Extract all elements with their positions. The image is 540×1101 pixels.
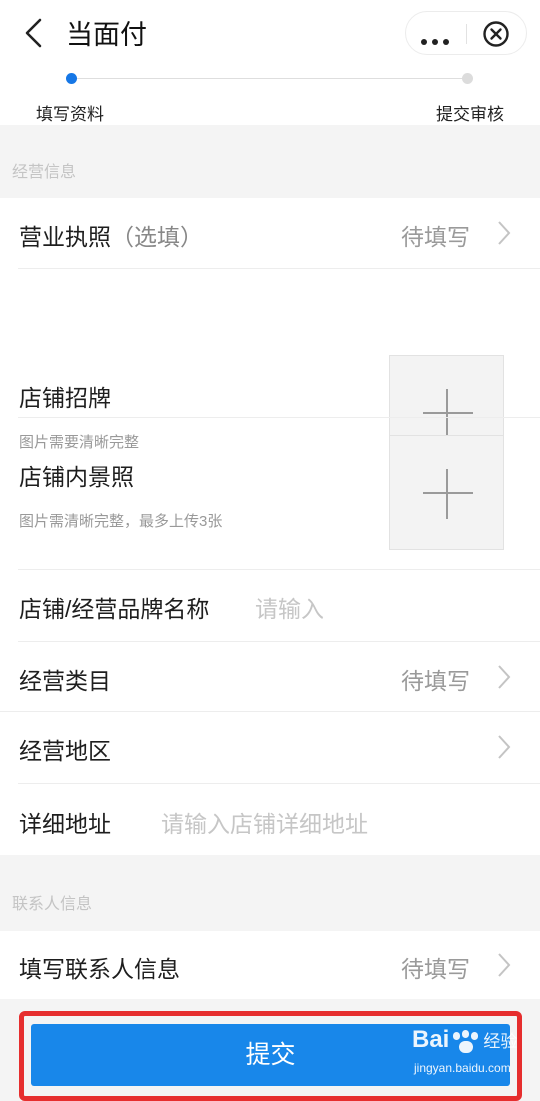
more-dots-icon[interactable] [421, 32, 454, 50]
category-label: 经营类目 [19, 668, 111, 694]
plus-icon [423, 492, 473, 494]
step-fill-info: 填写资料 [36, 105, 104, 124]
section-title-contact: 联系人信息 [12, 896, 93, 913]
submit-highlight-box: 提交 [19, 1011, 522, 1101]
contact-card: 填写联系人信息 待填写 [0, 931, 540, 999]
row-contact-info[interactable]: 填写联系人信息 待填写 [0, 931, 540, 999]
capsule-menu [405, 11, 527, 55]
license-label: 营业执照 [19, 224, 111, 250]
chevron-right-icon [498, 953, 511, 977]
brand-name-input[interactable]: 请输入 [255, 590, 324, 624]
close-circle-icon[interactable] [482, 20, 510, 48]
license-optional: （选填） [111, 224, 203, 250]
capsule-divider [466, 24, 467, 44]
paw-icon [451, 1029, 481, 1056]
row-address: 详细地址 请输入店铺详细地址 [0, 783, 540, 855]
license-label-group: 营业执照（选填） [19, 218, 203, 252]
region-label: 经营地区 [19, 738, 111, 764]
step-submit-review: 提交审核 [436, 105, 504, 124]
row-category[interactable]: 经营类目 待填写 [0, 641, 540, 711]
contact-info-status: 待填写 [401, 956, 470, 982]
brand-name-label: 店铺/经营品牌名称 [19, 596, 210, 622]
progress-dot-pending [462, 73, 473, 84]
baidu-jingyan-watermark: Bai 经验 jingyan.baidu.com [412, 1026, 518, 1075]
license-status: 待填写 [401, 224, 470, 250]
watermark-url: jingyan.baidu.com [414, 1061, 511, 1075]
chevron-right-icon [498, 221, 511, 245]
plus-icon-stem [446, 469, 448, 519]
watermark-brand-left: Bai [412, 1026, 450, 1053]
progress-dot-active [66, 73, 77, 84]
contact-info-label: 填写联系人信息 [19, 956, 180, 982]
progress-track [72, 78, 468, 79]
chevron-left-icon[interactable] [18, 16, 52, 50]
header: 当面付 填写资料 提交审核 [0, 0, 540, 125]
address-label: 详细地址 [19, 811, 111, 837]
row-brand-name: 店铺/经营品牌名称 请输入 [0, 569, 540, 641]
row-business-license[interactable]: 营业执照（选填） 待填写 [0, 198, 540, 268]
watermark-brand-right: 经验 [483, 1032, 518, 1051]
interior-hint: 图片需清晰完整，最多上传3张 [19, 513, 223, 530]
chevron-right-icon [498, 735, 511, 759]
address-input[interactable]: 请输入店铺详细地址 [161, 805, 368, 839]
business-card: 营业执照（选填） 待填写 店铺招牌 图片需要清晰完整 店铺内景照 图片需清晰完整… [0, 198, 540, 855]
section-title-business: 经营信息 [12, 164, 77, 181]
chevron-right-icon [498, 665, 511, 689]
category-status: 待填写 [401, 668, 470, 694]
row-store-interior: 店铺内景照 图片需清晰完整，最多上传3张 [0, 417, 540, 569]
interior-label: 店铺内景照 [19, 464, 134, 490]
page-title: 当面付 [66, 20, 147, 50]
interior-upload-button[interactable] [389, 435, 504, 550]
row-store-signboard: 店铺招牌 图片需要清晰完整 [0, 268, 540, 470]
row-region[interactable]: 经营地区 [0, 711, 540, 783]
signboard-label: 店铺招牌 [19, 385, 111, 411]
plus-icon [423, 412, 473, 414]
